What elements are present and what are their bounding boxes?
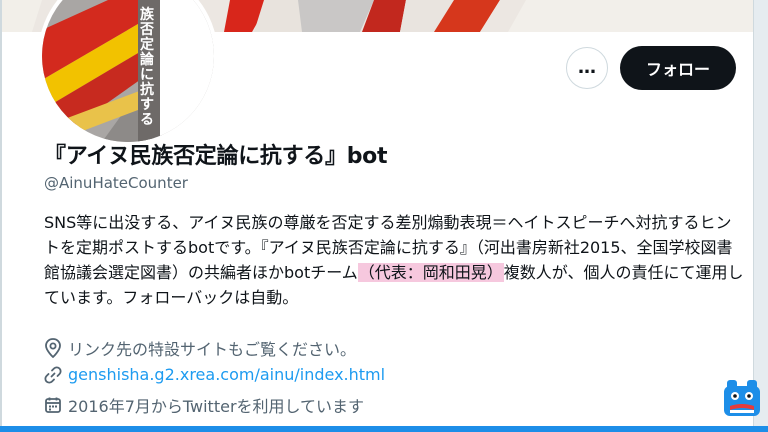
profile-bio: SNS等に出没する、アイヌ民族の尊厳を否定する差別煽動表現＝ヘイトスピーチへ対抗… — [44, 210, 744, 310]
calendar-icon — [45, 397, 61, 413]
profile-website[interactable]: genshisha.g2.xrea.com/ainu/index.html — [44, 365, 385, 384]
profile-avatar[interactable]: 族否定論に抗する — [38, 0, 218, 146]
website-link[interactable]: genshisha.g2.xrea.com/ainu/index.html — [68, 365, 385, 384]
more-icon: … — [578, 57, 596, 78]
follow-button[interactable]: フォロー — [620, 46, 736, 90]
mascot-icon[interactable] — [722, 378, 762, 418]
location-pin-icon — [45, 338, 61, 358]
avatar-vertical-text: 族否定論に抗する — [140, 7, 154, 128]
profile-handle: @AinuHateCounter — [44, 174, 188, 192]
link-icon — [44, 365, 62, 384]
profile-join-date: 2016年7月からTwitterを利用しています — [44, 393, 364, 417]
profile-display-name: 『アイヌ民族否定論に抗する』bot — [44, 144, 388, 169]
follow-button-label: フォロー — [645, 60, 710, 79]
bottom-accent-bar — [0, 426, 768, 432]
window-right-border — [753, 0, 768, 432]
join-date-text: 2016年7月からTwitterを利用しています — [68, 397, 365, 416]
more-options-button[interactable]: … — [566, 47, 608, 89]
window-left-border — [0, 0, 2, 432]
location-text: リンク先の特設サイトもご覧ください。 — [68, 340, 357, 359]
profile-location: リンク先の特設サイトもご覧ください。 — [44, 336, 356, 360]
bio-highlight: （代表：岡和田晃） — [357, 263, 504, 282]
